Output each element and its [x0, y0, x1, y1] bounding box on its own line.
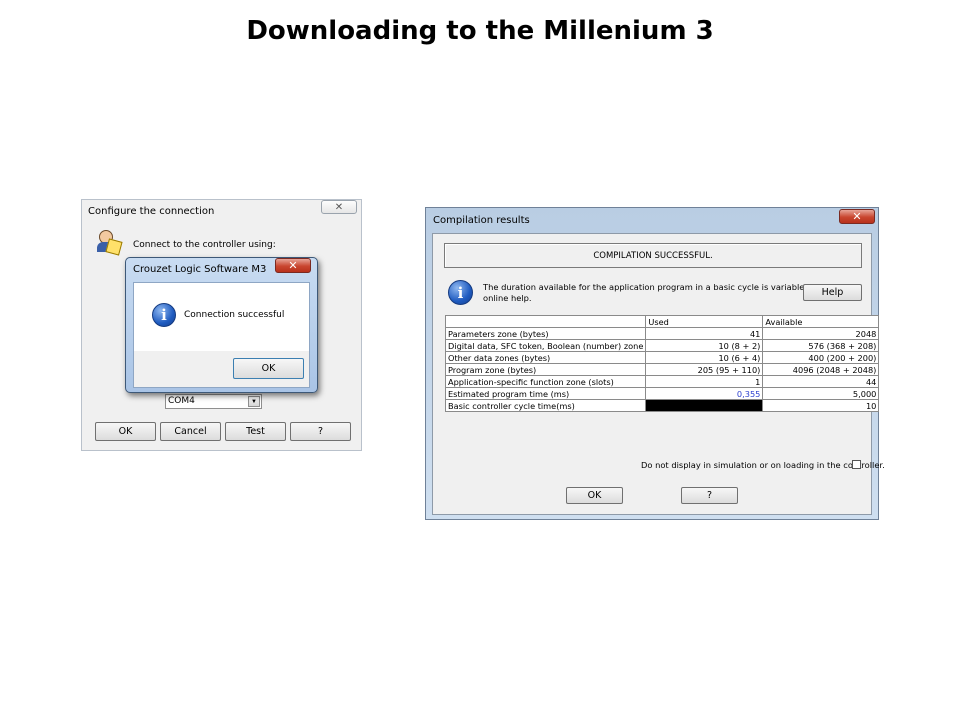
port-select-value: COM4 — [168, 396, 195, 406]
table-row-available: 5,000 — [762, 387, 880, 400]
table-header-cell — [444, 315, 647, 328]
table-row-label: Basic controller cycle time(ms) — [444, 399, 647, 412]
close-icon: ✕ — [852, 210, 862, 223]
compilation-help-question-button[interactable]: ? — [681, 487, 738, 504]
table-row: Basic controller cycle time(ms) 10 — [444, 399, 880, 412]
compilation-results-table: Used Available Parameters zone (bytes) 4… — [444, 315, 880, 412]
table-row-label: Digital data, SFC token, Boolean (number… — [444, 339, 647, 352]
table-row: Program zone (bytes) 205 (95 + 110) 4096… — [444, 363, 880, 376]
table-header-row: Used Available — [444, 315, 880, 328]
message-box-close-button[interactable]: ✕ — [275, 258, 311, 273]
do-not-display-label: Do not display in simulation or on loadi… — [641, 460, 885, 470]
configure-dialog-title: Configure the connection — [88, 206, 215, 217]
table-row-available: 400 (200 + 200) — [762, 351, 880, 364]
table-row-label: Parameters zone (bytes) — [444, 327, 647, 340]
table-row-used: 1 — [645, 375, 764, 388]
table-row-available: 2048 — [762, 327, 880, 340]
table-row: Parameters zone (bytes) 41 2048 — [444, 327, 880, 340]
message-box-ok-button[interactable]: OK — [233, 358, 304, 379]
info-icon: i — [448, 280, 473, 305]
configure-cancel-button[interactable]: Cancel — [160, 422, 221, 441]
close-icon: ✕ — [334, 201, 344, 213]
dropdown-arrow-button[interactable]: ▼ — [248, 396, 260, 407]
compilation-close-button[interactable]: ✕ — [839, 209, 875, 224]
table-header-cell: Used — [645, 315, 764, 328]
configure-test-button[interactable]: Test — [225, 422, 286, 441]
table-row-label: Other data zones (bytes) — [444, 351, 647, 364]
message-box: Crouzet Logic Software M3 ✕ i Connection… — [125, 257, 318, 393]
message-box-title: Crouzet Logic Software M3 — [133, 264, 267, 275]
slide-title: Downloading to the Millenium 3 — [246, 16, 714, 46]
configure-help-button[interactable]: ? — [290, 422, 351, 441]
compilation-dialog-title: Compilation results — [433, 215, 530, 226]
do-not-display-checkbox[interactable] — [852, 460, 861, 469]
chevron-down-icon: ▼ — [251, 398, 257, 405]
configure-ok-button[interactable]: OK — [95, 422, 156, 441]
port-select[interactable]: COM4 ▼ — [165, 394, 262, 409]
close-icon: ✕ — [288, 259, 298, 272]
table-row: Application-specific function zone (slot… — [444, 375, 880, 388]
controller-connection-icon — [95, 230, 123, 256]
table-row-used: 205 (95 + 110) — [645, 363, 764, 376]
compilation-status-text: COMPILATION SUCCESSFUL. — [593, 251, 713, 261]
table-row-label: Program zone (bytes) — [444, 363, 647, 376]
table-row: Digital data, SFC token, Boolean (number… — [444, 339, 880, 352]
message-box-text: Connection successful — [184, 310, 285, 320]
connect-prompt-label: Connect to the controller using: — [133, 240, 276, 250]
table-row-label: Application-specific function zone (slot… — [444, 375, 647, 388]
table-row-used: 41 — [645, 327, 764, 340]
configure-close-button[interactable]: ✕ — [321, 200, 357, 214]
compilation-status-box: COMPILATION SUCCESSFUL. — [444, 243, 862, 268]
table-row-available: 10 — [762, 399, 880, 412]
table-row-used: 10 (8 + 2) — [645, 339, 764, 352]
table-row-label: Estimated program time (ms) — [444, 387, 647, 400]
table-row-used: 10 (6 + 4) — [645, 351, 764, 364]
table-header-cell: Available — [762, 315, 880, 328]
table-row: Other data zones (bytes) 10 (6 + 4) 400 … — [444, 351, 880, 364]
compilation-ok-button[interactable]: OK — [566, 487, 623, 504]
info-icon: i — [152, 303, 176, 327]
table-row-available: 576 (368 + 208) — [762, 339, 880, 352]
compilation-info-line2: online help. — [483, 293, 532, 303]
table-row: Estimated program time (ms) 0,355 5,000 — [444, 387, 880, 400]
compilation-help-button[interactable]: Help — [803, 284, 862, 301]
table-row-used — [645, 399, 764, 412]
table-row-available: 44 — [762, 375, 880, 388]
table-row-used: 0,355 — [645, 387, 764, 400]
compilation-info-line1: The duration available for the applicati… — [483, 282, 842, 292]
table-row-available: 4096 (2048 + 2048) — [762, 363, 880, 376]
